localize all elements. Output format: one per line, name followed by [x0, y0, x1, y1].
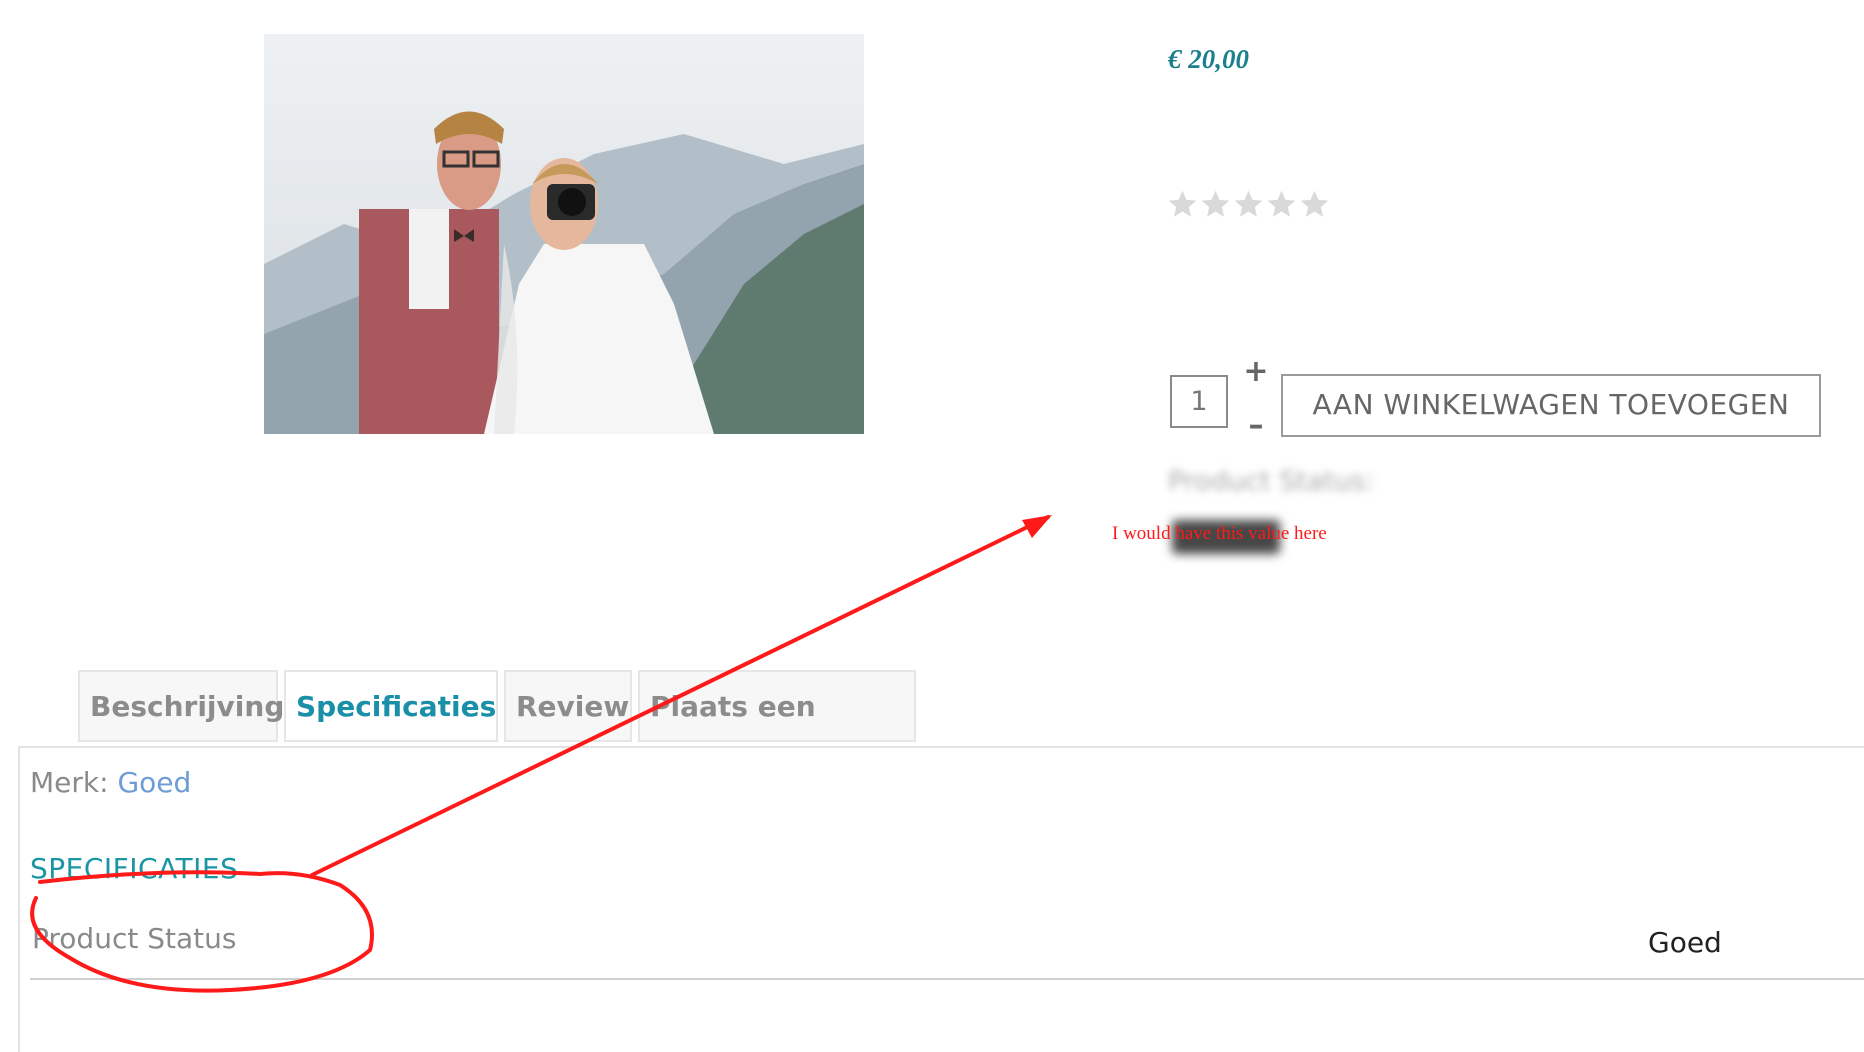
quantity-input[interactable]: 1	[1170, 375, 1228, 428]
annotation-note: I would have this value here	[1112, 523, 1327, 544]
annotation-arrow-head	[1022, 515, 1052, 538]
product-tabs: Beschrijving Specificaties Review Plaats…	[78, 670, 922, 793]
blurred-product-status-label: Product Status:	[1168, 466, 1375, 497]
tab-beschrijving[interactable]: Beschrijving	[78, 670, 284, 742]
tab-content-panel	[18, 746, 1864, 1052]
tab-specificaties[interactable]: Specificaties	[284, 670, 498, 742]
tab-review[interactable]: Review	[504, 670, 632, 742]
specifications-heading: SPECIFICATIES	[30, 852, 239, 885]
star-icon[interactable]	[1232, 188, 1265, 221]
tab-plaats-een-review[interactable]: Plaats een review	[638, 670, 916, 793]
star-icon[interactable]	[1166, 188, 1199, 221]
star-icon[interactable]	[1298, 188, 1331, 221]
add-to-cart-button[interactable]: AAN WINKELWAGEN TOEVOEGEN	[1281, 374, 1821, 437]
star-icon[interactable]	[1199, 188, 1232, 221]
brand-link[interactable]: Goed	[117, 766, 191, 799]
brand-label: Merk:	[30, 766, 109, 799]
rating-stars[interactable]	[1166, 188, 1331, 224]
product-image	[264, 34, 864, 434]
quantity-decrease-button[interactable]: –	[1241, 411, 1271, 441]
quantity-increase-button[interactable]: +	[1241, 357, 1271, 387]
spec-row-divider	[30, 978, 1864, 980]
spec-row-label: Product Status	[32, 922, 237, 955]
brand-line: Merk: Goed	[30, 766, 191, 799]
product-price: € 20,00	[1168, 44, 1249, 74]
spec-row-value: Goed	[1648, 926, 1722, 959]
star-icon[interactable]	[1265, 188, 1298, 221]
